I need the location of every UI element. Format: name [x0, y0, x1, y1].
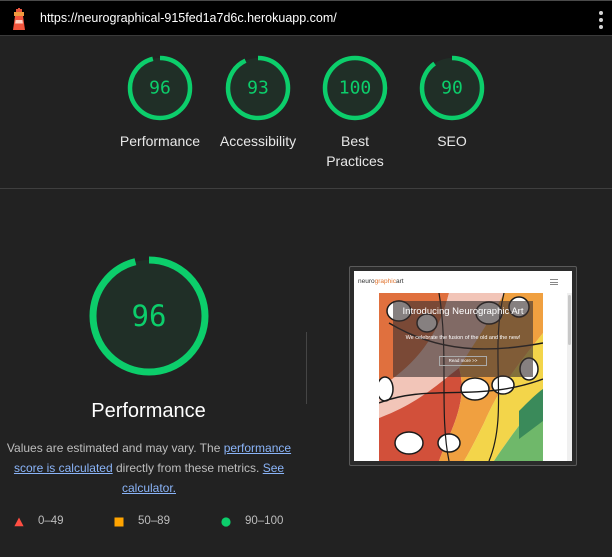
read-more-button[interactable]: Read more >> — [439, 356, 487, 366]
score-gauge-icon: 90 — [419, 55, 485, 121]
desc-text: directly from these metrics. — [112, 461, 263, 475]
triangle-icon — [14, 517, 24, 527]
site-logo: neurographicart — [358, 278, 404, 285]
gauge-label: SEO — [437, 133, 467, 149]
gauge-seo[interactable]: 90 SEO — [402, 55, 502, 151]
vertical-divider — [306, 332, 307, 404]
gauge-performance[interactable]: 96 Performance — [110, 55, 210, 151]
hamburger-icon[interactable] — [550, 279, 558, 285]
gauge-score: 93 — [247, 78, 269, 99]
square-icon — [114, 517, 124, 527]
hero-title: Introducing Neurographic Art — [402, 306, 524, 317]
performance-description: Values are estimated and may vary. The p… — [4, 438, 294, 498]
legend-range: 0–49 — [38, 515, 64, 527]
final-screenshot[interactable]: neurographicart Introducing Neurographic… — [349, 266, 577, 466]
site-navbar: neurographicart — [354, 271, 572, 293]
score-gauge-icon: 100 — [322, 55, 388, 121]
url-bar: https://neurographical-915fed1a7d6c.hero… — [0, 0, 612, 36]
circle-icon — [221, 517, 231, 527]
brand-text: neuro — [358, 278, 375, 285]
gauge-best-practices[interactable]: 100 Best Practices — [305, 55, 405, 171]
lighthouse-report: https://neurographical-915fed1a7d6c.hero… — [0, 0, 612, 557]
gauge-accessibility[interactable]: 93 Accessibility — [208, 55, 308, 151]
section-divider — [0, 188, 612, 189]
hero-subtitle: We celebrate the fusion of the old and t… — [405, 335, 521, 341]
more-vertical-icon[interactable] — [594, 9, 608, 31]
brand-text: art — [395, 278, 404, 285]
brand-highlight: graphic — [374, 278, 396, 285]
performance-score: 96 — [132, 299, 167, 333]
gauge-label: Performance — [119, 133, 201, 149]
gauge-score: 100 — [339, 78, 372, 99]
score-gauges: 96 Performance 93 Accessibility 100 Best… — [0, 55, 612, 185]
gauge-score: 90 — [441, 78, 463, 99]
desc-text: Values are estimated and may vary. The — [6, 441, 224, 455]
performance-gauge: 96 — [89, 256, 209, 376]
hero-overlay: Introducing Neurographic Art We celebrat… — [393, 301, 533, 377]
site-scrollbar[interactable] — [567, 293, 572, 461]
gauge-label: Best Practices — [326, 133, 384, 169]
score-gauge-icon: 96 — [127, 55, 193, 121]
page-url[interactable]: https://neurographical-915fed1a7d6c.hero… — [40, 11, 337, 25]
screenshot-viewport: neurographicart Introducing Neurographic… — [354, 271, 572, 461]
legend-range: 50–89 — [138, 515, 170, 527]
legend-range: 90–100 — [245, 515, 284, 527]
gauge-label: Accessibility — [219, 133, 297, 149]
performance-title: Performance — [91, 400, 206, 422]
score-gauge-icon: 93 — [225, 55, 291, 121]
gauge-score: 96 — [149, 78, 171, 99]
lighthouse-icon — [13, 8, 25, 30]
score-legend: 0–49 50–89 90–100 — [0, 515, 320, 531]
